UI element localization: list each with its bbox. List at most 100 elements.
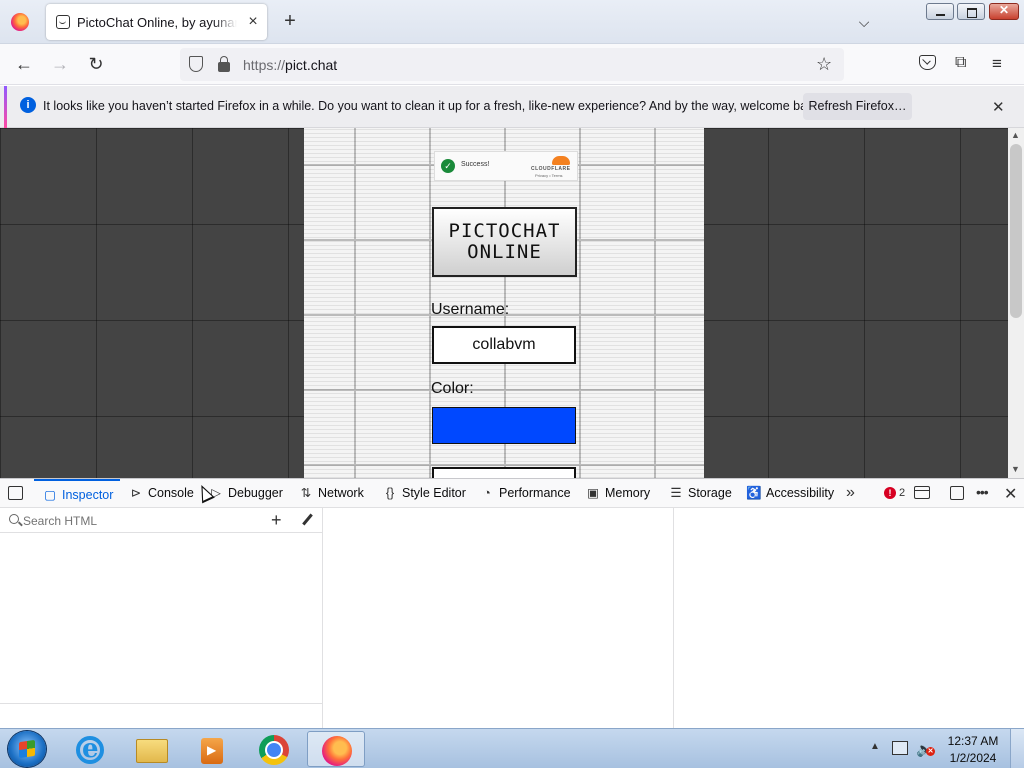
- username-input[interactable]: collabvm: [432, 326, 576, 364]
- tab-label: Debugger: [228, 486, 283, 500]
- page-viewport: ✓ Success! CLOUDFLARE Privacy • Terms PI…: [0, 128, 1024, 478]
- inspector-search-row: +: [0, 508, 323, 533]
- tab-label: Inspector: [62, 488, 114, 502]
- username-label: Username:: [431, 301, 510, 318]
- lock-icon[interactable]: [218, 56, 230, 72]
- taskbar-media-player[interactable]: [183, 731, 241, 767]
- taskbar-google-chrome[interactable]: [245, 731, 303, 767]
- reload-icon[interactable]: ↻: [86, 54, 106, 74]
- internet-explorer-icon: [76, 734, 104, 764]
- refresh-firefox-button[interactable]: Refresh Firefox…: [803, 93, 912, 120]
- hamburger-menu-icon[interactable]: ≡: [992, 54, 1002, 74]
- taskbar-firefox[interactable]: [307, 731, 365, 767]
- error-count[interactable]: 2: [899, 487, 905, 499]
- firefox-view-icon[interactable]: [11, 13, 29, 31]
- logo-line-1: PICTOCHAT: [448, 220, 561, 242]
- cloudflare-turnstile-widget[interactable]: ✓ Success! CLOUDFLARE Privacy • Terms: [434, 151, 578, 181]
- notification-close-icon[interactable]: ✕: [992, 98, 1005, 116]
- turnstile-links[interactable]: Privacy • Terms: [535, 173, 563, 178]
- devtools-tab-network[interactable]: ⇅ Network: [298, 479, 364, 508]
- scrollbar-thumb[interactable]: [1010, 144, 1022, 318]
- devtools-tab-inspector[interactable]: ▢ Inspector: [34, 479, 120, 508]
- devtools-options-icon[interactable]: •••: [976, 484, 989, 500]
- taskbar-internet-explorer[interactable]: [60, 731, 118, 767]
- clock-time[interactable]: 12:37 AM: [940, 734, 1006, 748]
- cloudflare-cloud-icon: [552, 156, 570, 165]
- responsive-design-mode-icon[interactable]: [950, 486, 964, 500]
- inspector-icon: ▢: [44, 488, 56, 502]
- tab-label: Console: [148, 486, 194, 500]
- logo-line-2: ONLINE: [467, 241, 542, 263]
- devtools-tab-style-editor[interactable]: {} Style Editor: [382, 479, 466, 508]
- pane-divider[interactable]: [322, 508, 323, 729]
- split-console-icon[interactable]: [914, 486, 930, 499]
- url-text[interactable]: https://pict.chat: [243, 57, 337, 73]
- scroll-up-arrow-icon[interactable]: ▲: [1011, 130, 1020, 140]
- element-picker-icon[interactable]: [8, 486, 23, 500]
- color-label: Color:: [431, 380, 474, 397]
- notification-accent-bar: [4, 86, 7, 128]
- list-all-tabs-icon[interactable]: ⌵: [856, 14, 872, 30]
- devtools-toolbar: ▢ Inspector ⊳ Console ▷ Debugger ⇅ Network {…: [0, 479, 1024, 508]
- accessibility-icon: ♿: [746, 486, 762, 500]
- window-close-button[interactable]: [989, 3, 1019, 20]
- chrome-icon: [259, 735, 289, 765]
- devtools-tab-memory[interactable]: ▣ Memory: [585, 479, 650, 508]
- devtools-panel: ▢ Inspector ⊳ Console ▷ Debugger ⇅ Network {…: [0, 478, 1024, 729]
- more-tools-chevron-icon[interactable]: »: [846, 484, 855, 502]
- forward-arrow-icon[interactable]: →: [50, 54, 70, 74]
- devtools-tab-debugger[interactable]: ▷ Debugger: [208, 479, 283, 508]
- tab-label: Network: [318, 486, 364, 500]
- devtools-tab-accessibility[interactable]: ♿ Accessibility: [746, 479, 834, 508]
- network-tray-icon[interactable]: [892, 741, 908, 755]
- network-icon: ⇅: [300, 486, 312, 500]
- taskbar-windows-explorer[interactable]: [122, 731, 180, 767]
- tracking-protection-shield-icon[interactable]: [189, 56, 203, 72]
- bookmark-star-icon[interactable]: ☆: [816, 54, 832, 75]
- url-bar[interactable]: https://pict.chat ☆: [180, 48, 844, 81]
- tab-label: Storage: [688, 486, 732, 500]
- tab-label: Accessibility: [766, 486, 835, 500]
- cloudflare-logo: CLOUDFLARE: [531, 166, 571, 172]
- join-button[interactable]: [432, 467, 576, 478]
- tab-close-icon[interactable]: ×: [245, 14, 261, 30]
- extensions-puzzle-icon[interactable]: ⧉: [955, 54, 966, 72]
- performance-gauge-icon: ◔: [483, 486, 491, 500]
- memory-chip-icon: ▣: [587, 486, 599, 500]
- show-desktop-button[interactable]: [1010, 729, 1024, 768]
- error-count-icon[interactable]: !: [884, 487, 896, 499]
- page-scrollbar[interactable]: ▲ ▼: [1008, 128, 1024, 478]
- devtools-tab-storage[interactable]: ☰ Storage: [668, 479, 732, 508]
- folder-icon: [136, 739, 168, 763]
- breadcrumb-separator: [0, 703, 323, 704]
- devtools-close-icon[interactable]: ✕: [1004, 484, 1017, 504]
- pictochat-login-panel: ✓ Success! CLOUDFLARE Privacy • Terms PI…: [304, 128, 704, 478]
- new-tab-icon[interactable]: +: [281, 11, 299, 31]
- pocket-icon[interactable]: [919, 55, 936, 70]
- clock-date[interactable]: 1/2/2024: [940, 751, 1006, 765]
- devtools-tab-console[interactable]: ⊳ Console: [128, 479, 194, 508]
- tab-title: PictoChat Online, by ayunami2000: [77, 15, 237, 30]
- window-minimize-button[interactable]: [926, 3, 954, 20]
- start-button[interactable]: [8, 731, 46, 767]
- eyedropper-icon[interactable]: [300, 512, 314, 528]
- firefox-icon: [322, 736, 352, 766]
- window-maximize-button[interactable]: [957, 3, 985, 20]
- pane-divider[interactable]: [673, 508, 674, 729]
- color-picker[interactable]: [432, 407, 576, 444]
- navigation-toolbar: ← → ↻ https://pict.chat ☆: [0, 44, 1024, 85]
- tab-label: Performance: [499, 486, 571, 500]
- search-html-input[interactable]: [23, 513, 243, 529]
- tab-strip: PictoChat Online, by ayunami2000 × + ⌵: [0, 0, 1024, 44]
- scroll-down-arrow-icon[interactable]: ▼: [1011, 464, 1020, 474]
- add-node-icon[interactable]: +: [271, 510, 282, 531]
- tab-label: Memory: [605, 486, 651, 500]
- smiley-favicon-icon: [56, 15, 70, 29]
- devtools-tab-performance[interactable]: ◔ Performance: [479, 479, 571, 508]
- url-scheme: https://: [243, 57, 286, 73]
- storage-icon: ☰: [670, 486, 682, 500]
- show-hidden-icons-icon[interactable]: ▲: [870, 741, 880, 752]
- refresh-firefox-notification: i It looks like you haven’t started Fire…: [0, 86, 1024, 128]
- back-arrow-icon[interactable]: ←: [14, 54, 34, 74]
- browser-tab[interactable]: PictoChat Online, by ayunami2000 ×: [46, 4, 267, 40]
